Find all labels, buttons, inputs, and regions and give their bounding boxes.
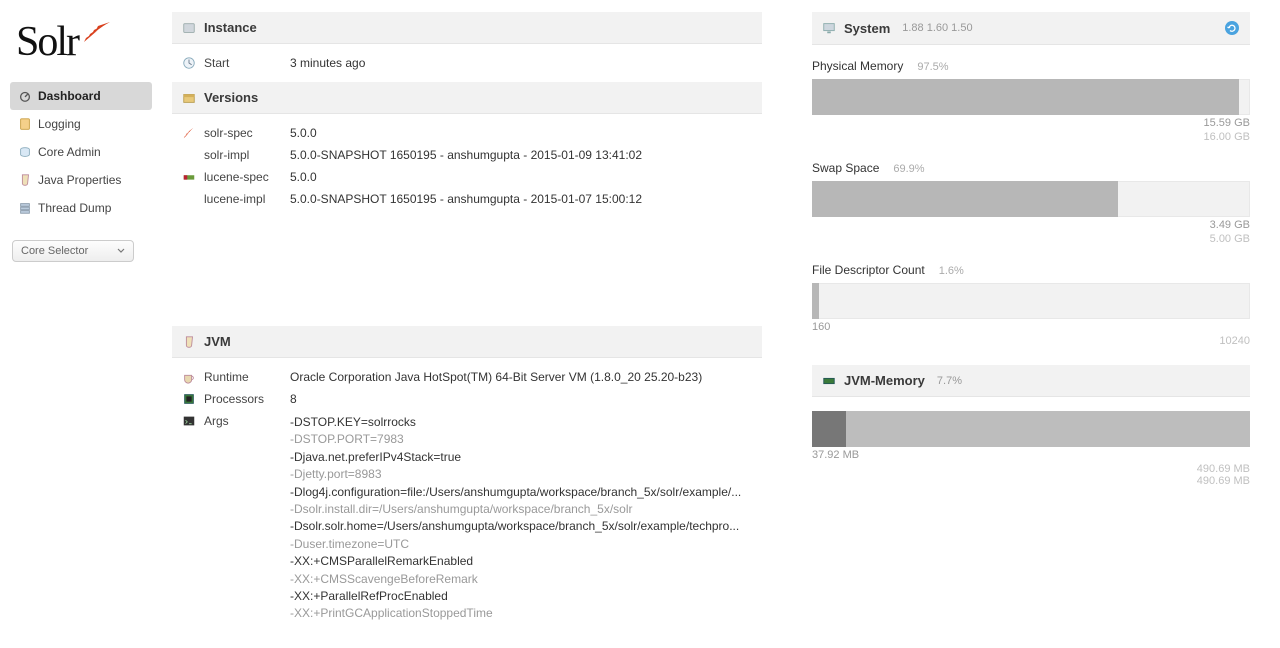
dashboard-icon — [18, 89, 32, 103]
jvm-arg: -XX:+CMSScavengeBeforeRemark — [290, 571, 752, 588]
row-value: 5.0.0 — [290, 126, 752, 140]
coffee-icon — [182, 370, 196, 384]
row-label: lucene-spec — [204, 170, 290, 184]
jvmmem-header: JVM-Memory 7.7% — [812, 365, 1250, 397]
memory-icon — [822, 374, 836, 388]
logo-text: Solr — [16, 18, 78, 66]
monitor-icon — [822, 21, 836, 35]
jvmmem-block: 37.92 MB 490.69 MB 490.69 MB — [812, 411, 1250, 487]
logging-icon — [18, 117, 32, 131]
clock-icon — [182, 56, 196, 70]
jvm-arg: -Duser.timezone=UTC — [290, 536, 752, 553]
row-label: solr-impl — [204, 148, 290, 162]
row-value: 5.0.0-SNAPSHOT 1650195 - anshumgupta - 2… — [290, 192, 752, 206]
nav-dashboard[interactable]: Dashboard — [10, 82, 152, 110]
jvm-arg: -Dlog4j.configuration=file:/Users/anshum… — [290, 484, 752, 501]
versions-header: Versions — [172, 82, 762, 114]
row-label: Args — [204, 414, 290, 428]
system-header: System 1.88 1.60 1.50 — [812, 12, 1250, 45]
jvm-arg: -DSTOP.KEY=solrrocks — [290, 414, 752, 431]
java-props-icon — [18, 173, 32, 187]
jvm-arg: -Djava.net.preferIPv4Stack=true — [290, 449, 752, 466]
jar-icon — [182, 335, 196, 349]
core-selector-label: Core Selector — [21, 245, 88, 257]
physmem-bar — [812, 79, 1250, 115]
start-value: 3 minutes ago — [290, 56, 752, 70]
jvm-arg: -Dsolr.solr.home=/Users/anshumgupta/work… — [290, 518, 752, 535]
args-value: -DSTOP.KEY=solrrocks-DSTOP.PORT=7983-Dja… — [290, 414, 752, 623]
jvm-arg: -XX:+PrintGCApplicationStoppedTime — [290, 605, 752, 622]
jvm-arg: -XX:+CMSParallelRemarkEnabled — [290, 553, 752, 570]
fd-block: File Descriptor Count1.6% 160 10240 — [812, 263, 1250, 347]
row-label: lucene-impl — [204, 192, 290, 206]
row-value: 8 — [290, 392, 752, 406]
row-label: Processors — [204, 392, 290, 406]
refresh-icon[interactable] — [1224, 20, 1240, 36]
jvmmem-bar — [812, 411, 1250, 447]
core-admin-icon — [18, 145, 32, 159]
chip-icon — [182, 392, 196, 406]
start-label: Start — [204, 56, 290, 70]
row-value: 5.0.0 — [290, 170, 752, 184]
terminal-icon — [182, 414, 196, 428]
solr-logo[interactable]: Solr — [16, 18, 152, 66]
thread-dump-icon — [18, 201, 32, 215]
package-icon — [182, 91, 196, 105]
nav-core-admin[interactable]: Core Admin — [10, 138, 152, 166]
swap-block: Swap Space69.9% 3.49 GB 5.00 GB — [812, 161, 1250, 245]
load-averages: 1.88 1.60 1.50 — [902, 22, 972, 34]
swap-bar — [812, 181, 1250, 217]
lucene-icon — [182, 170, 196, 184]
nav-label: Dashboard — [38, 89, 101, 103]
physmem-block: Physical Memory97.5% 15.59 GB 16.00 GB — [812, 59, 1250, 143]
jvm-header: JVM — [172, 326, 762, 358]
sidebar-nav: Dashboard Logging Core Admin Java Proper… — [10, 82, 152, 222]
jvm-arg: -Dsolr.install.dir=/Users/anshumgupta/wo… — [290, 501, 752, 518]
nav-thread-dump[interactable]: Thread Dump — [10, 194, 152, 222]
row-label: solr-spec — [204, 126, 290, 140]
nav-logging[interactable]: Logging — [10, 110, 152, 138]
nav-label: Core Admin — [38, 145, 101, 159]
nav-java-properties[interactable]: Java Properties — [10, 166, 152, 194]
solr-icon — [182, 126, 196, 140]
fd-bar — [812, 283, 1250, 319]
jvm-arg: -XX:+ParallelRefProcEnabled — [290, 588, 752, 605]
jvm-arg: -Djetty.port=8983 — [290, 466, 752, 483]
nav-label: Thread Dump — [38, 201, 111, 215]
row-label: Runtime — [204, 370, 290, 384]
jvm-arg: -DSTOP.PORT=7983 — [290, 431, 752, 448]
core-selector-dropdown[interactable]: Core Selector — [12, 240, 134, 262]
nav-label: Logging — [38, 117, 81, 131]
row-value: 5.0.0-SNAPSHOT 1650195 - anshumgupta - 2… — [290, 148, 752, 162]
nav-label: Java Properties — [38, 173, 121, 187]
solr-sun-icon — [80, 20, 114, 48]
chevron-down-icon — [117, 247, 125, 255]
jvmmem-pct: 7.7% — [937, 375, 962, 387]
server-icon — [182, 21, 196, 35]
row-value: Oracle Corporation Java HotSpot(TM) 64-B… — [290, 370, 752, 384]
instance-header: Instance — [172, 12, 762, 44]
